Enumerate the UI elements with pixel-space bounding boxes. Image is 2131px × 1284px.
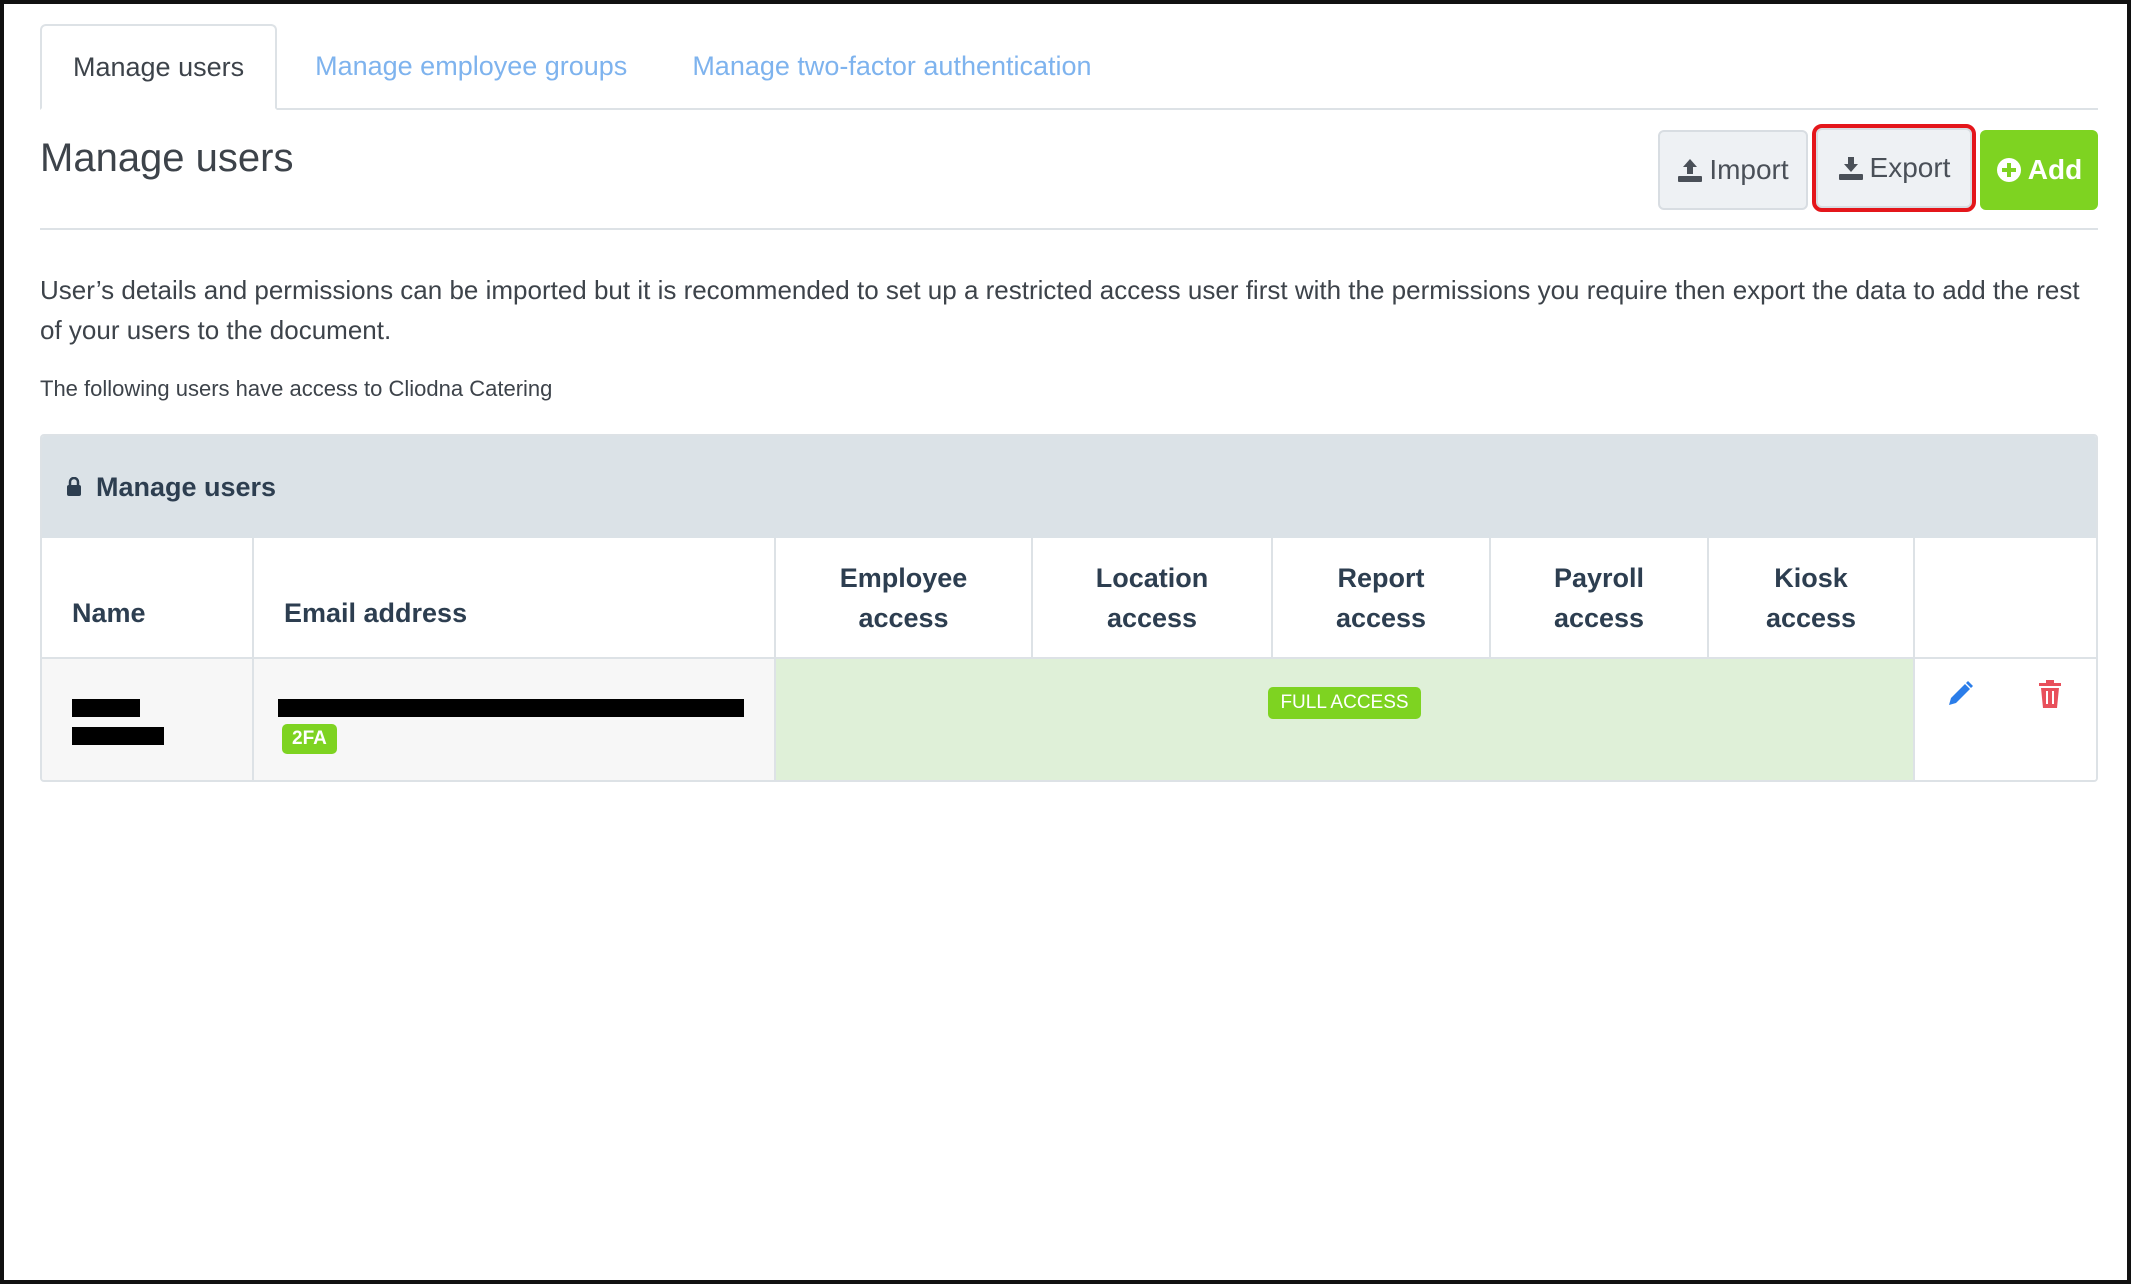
app-window: Manage users Manage employee groups Mana…	[0, 0, 2131, 1284]
tab-manage-two-factor-authentication[interactable]: Manage two-factor authentication	[661, 24, 1122, 108]
import-label: Import	[1709, 154, 1789, 185]
tab-manage-users[interactable]: Manage users	[40, 24, 278, 110]
lock-icon	[67, 477, 81, 496]
full-access-badge: FULL ACCESS	[1268, 687, 1421, 719]
column-header-label: Report	[1337, 562, 1425, 593]
import-button[interactable]: Import	[1658, 130, 1808, 210]
column-header-label: Kiosk	[1774, 562, 1848, 593]
column-header-label: Payroll	[1553, 562, 1645, 593]
user-email-cell: 2FA	[253, 658, 776, 780]
export-label[interactable]: Export	[1870, 152, 1951, 184]
column-header-label: Employee	[839, 562, 968, 593]
column-header-label: access	[1553, 602, 1645, 633]
edit-button[interactable]	[1945, 679, 1975, 716]
add-user-button[interactable]: Add	[1980, 130, 2098, 210]
table-row: 2FA FULL ACCESS	[42, 658, 2096, 780]
column-header-label: access	[1106, 602, 1198, 633]
page-title: Manage users	[40, 136, 294, 180]
redacted-first-name	[72, 685, 222, 723]
access-note: The following users have access to Cliod…	[40, 376, 553, 401]
column-header-label: access	[1765, 602, 1857, 633]
plus-circle-icon	[1996, 158, 2021, 182]
pencil-icon	[1949, 681, 1973, 705]
two-factor-badge: 2FA	[282, 724, 337, 754]
users-table: Name Email address Employee access Locat…	[42, 538, 2096, 780]
panel-header: Manage users	[42, 436, 2096, 538]
description-text: User’s details and permissions can be im…	[40, 275, 2080, 345]
export-button[interactable]: Export	[1812, 124, 1976, 212]
user-name-cell	[42, 658, 254, 780]
column-header-payroll-access: Payroll access	[1490, 538, 1709, 659]
column-header-report-access: Report access	[1272, 538, 1491, 659]
column-header-kiosk-access: Kiosk access	[1708, 538, 1915, 659]
trash-icon	[2039, 680, 2061, 708]
download-icon	[1838, 157, 1863, 180]
column-header-label: access	[858, 602, 949, 633]
panel-title: Manage users	[96, 471, 277, 502]
redacted-email	[278, 685, 746, 723]
access-cell: FULL ACCESS	[775, 658, 1915, 780]
column-header-location-access: Location access	[1032, 538, 1273, 659]
column-header-email[interactable]: Email address	[253, 538, 776, 659]
add-label: Add	[2027, 154, 2083, 185]
table-header-row: Name Email address Employee access Locat…	[42, 538, 2096, 659]
redacted-last-name	[72, 723, 222, 761]
column-header-employee-access: Employee access	[775, 538, 1033, 659]
column-header-label: access	[1335, 602, 1427, 633]
upload-icon	[1678, 159, 1703, 182]
tab-manage-employee-groups[interactable]: Manage employee groups	[277, 24, 661, 108]
column-header-name[interactable]: Name	[42, 538, 254, 659]
users-panel: Manage users Name Email address Employee…	[40, 434, 2098, 782]
row-actions-cell	[1914, 658, 2096, 780]
delete-button[interactable]	[2037, 679, 2063, 716]
tab-bar: Manage users Manage employee groups Mana…	[40, 24, 2098, 110]
column-header-label: Location	[1095, 562, 1209, 593]
column-header-actions	[1914, 538, 2096, 659]
